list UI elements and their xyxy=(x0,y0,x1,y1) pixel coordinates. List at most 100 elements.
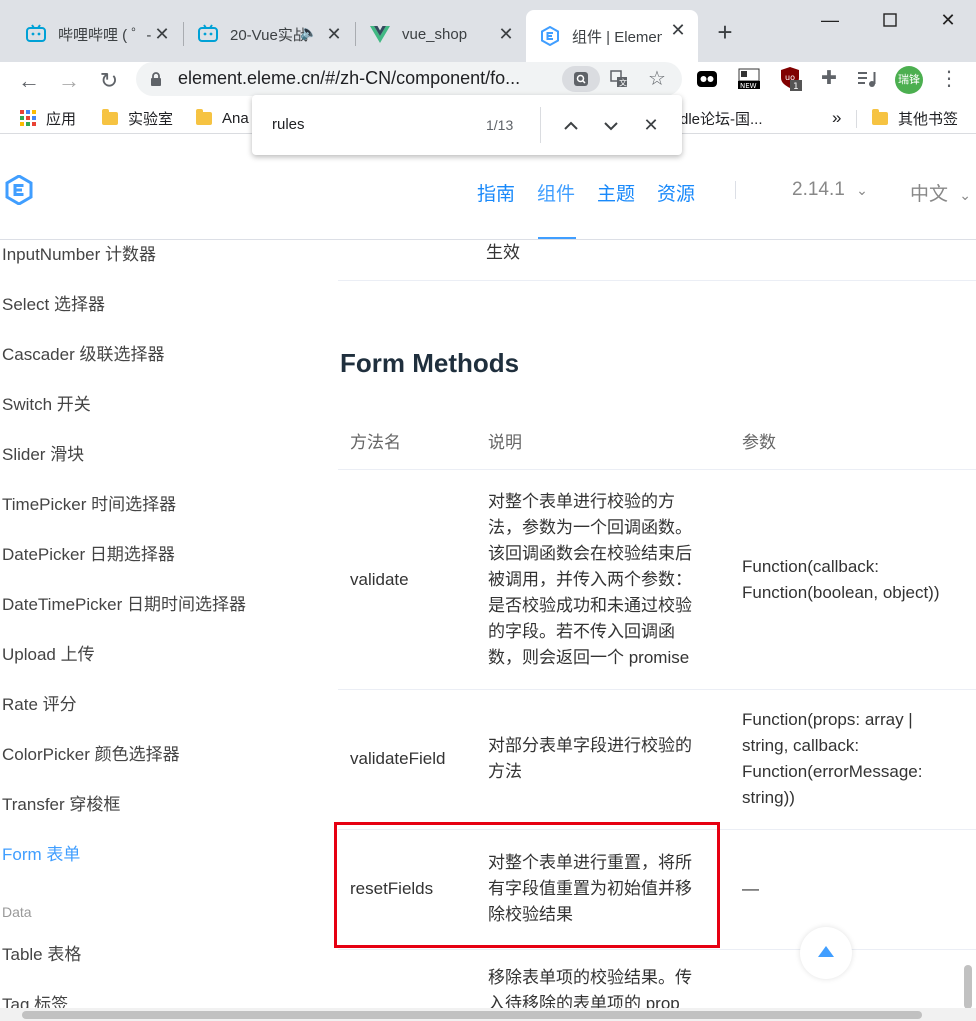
sidebar-item[interactable]: TimePicker 时间选择器 xyxy=(2,490,176,515)
bookmark-label: 其他书签 xyxy=(898,110,959,128)
vertical-scrollbar[interactable] xyxy=(964,965,972,1009)
forward-icon[interactable]: → xyxy=(52,64,86,98)
bookmark-folder[interactable]: 实验室 xyxy=(102,106,173,130)
bookmark-other-folder[interactable]: 其他书签 xyxy=(872,106,958,130)
table-cell: 生效 xyxy=(486,243,520,262)
back-icon[interactable]: ← xyxy=(12,64,46,98)
profile-name: 瑞锋 xyxy=(895,66,923,94)
menu-icon[interactable]: ⋮ xyxy=(934,64,964,94)
close-icon[interactable]: ✕ xyxy=(152,24,172,44)
tab-vue-shop[interactable]: vue_shop ✕ xyxy=(356,14,526,54)
vue-icon xyxy=(370,24,390,44)
bookmark-label: dle论坛-国... xyxy=(680,110,763,128)
close-icon[interactable]: ✕ xyxy=(668,20,688,40)
method-params: — xyxy=(742,879,759,898)
speaker-icon[interactable]: 🔈 xyxy=(300,24,317,41)
tab-vue-course[interactable]: 20-Vue实战 🔈 ✕ xyxy=(184,14,354,54)
method-params: Function(props: array | xyxy=(742,710,913,729)
close-icon[interactable]: ✕ xyxy=(324,24,344,44)
svg-text:NEW: NEW xyxy=(740,82,757,90)
method-description: 对整个表单进行校验的方 xyxy=(488,491,675,511)
method-name: validate xyxy=(350,569,409,589)
method-params: Function(boolean, object)) xyxy=(742,582,940,602)
sidebar: InputNumber 计数器 Select 选择器 Cascader 级联选择器 S… xyxy=(0,240,300,1021)
column-header: 参数 xyxy=(742,433,776,452)
ublock-icon[interactable]: uo 1 xyxy=(776,64,806,94)
sidebar-item[interactable]: Cascader 级联选择器 xyxy=(2,340,164,365)
method-params: Function(callback: xyxy=(742,556,880,576)
chevron-up-icon[interactable] xyxy=(557,111,585,139)
star-icon[interactable]: ☆ xyxy=(642,66,672,92)
find-bar: rules 1/13 ✕ xyxy=(252,95,682,155)
method-description: 被调用，并传入两个参数： xyxy=(488,569,692,589)
minimize-button[interactable]: — xyxy=(812,6,848,36)
find-input[interactable]: rules xyxy=(272,116,305,133)
bilibili-icon xyxy=(198,24,218,44)
lock-icon xyxy=(150,71,162,87)
sidebar-item[interactable]: Select 选择器 xyxy=(2,290,105,315)
close-icon[interactable]: ✕ xyxy=(637,111,665,139)
reload-icon[interactable]: ↻ xyxy=(92,64,126,98)
search-icon[interactable] xyxy=(562,66,600,92)
close-icon[interactable]: ✕ xyxy=(496,24,516,44)
nav-resource[interactable]: 资源 xyxy=(657,179,695,206)
sidebar-group-title: Data xyxy=(2,904,32,920)
close-window-button[interactable]: ✕ xyxy=(930,6,966,36)
version-select[interactable]: 2.14.1 ⌄ xyxy=(792,179,868,201)
puzzle-icon[interactable]: ✚ xyxy=(814,64,844,94)
sidebar-item[interactable]: Transfer 穿梭框 xyxy=(2,790,120,815)
folder-icon xyxy=(196,108,212,125)
sidebar-item[interactable]: Rate 评分 xyxy=(2,690,77,715)
svg-text:文: 文 xyxy=(619,78,627,88)
folder-icon xyxy=(102,108,118,125)
method-params: string)) xyxy=(742,788,795,807)
method-description: 的字段。若不传入回调函 xyxy=(488,621,675,641)
horizontal-scrollbar[interactable] xyxy=(0,1008,976,1021)
news-extension-icon[interactable]: NEW xyxy=(734,64,764,94)
sidebar-item[interactable]: Form 表单 xyxy=(2,840,80,865)
method-params: string, callback: xyxy=(742,736,860,755)
method-name: validateField xyxy=(350,749,446,768)
bookmark-item[interactable]: dle论坛-国... xyxy=(680,106,763,130)
extension-icon[interactable] xyxy=(692,64,722,94)
sidebar-item[interactable]: InputNumber 计数器 xyxy=(2,240,156,265)
sidebar-item[interactable]: Upload 上传 xyxy=(2,640,95,665)
sidebar-item[interactable]: DateTimePicker 日期时间选择器 xyxy=(2,590,246,615)
nav-component[interactable]: 组件 xyxy=(537,179,575,206)
media-control-icon[interactable] xyxy=(852,64,882,94)
bookmark-apps[interactable]: 应用 xyxy=(20,106,76,130)
bookmark-label: 应用 xyxy=(46,110,77,128)
nav-guide[interactable]: 指南 xyxy=(477,179,515,206)
bookmark-folder[interactable]: Ana xyxy=(196,106,249,130)
section-title: Form Methods xyxy=(340,348,520,378)
folder-icon xyxy=(872,108,888,125)
language-select[interactable]: 中文 ⌄ xyxy=(910,179,971,206)
column-header: 方法名 xyxy=(350,433,401,452)
maximize-button[interactable] xyxy=(872,6,908,36)
back-to-top-button[interactable] xyxy=(800,927,852,979)
nav-theme[interactable]: 主题 xyxy=(597,179,635,206)
chevron-down-icon[interactable] xyxy=(597,111,625,139)
element-logo[interactable] xyxy=(4,174,34,206)
column-header: 说明 xyxy=(488,433,522,452)
svg-text:1: 1 xyxy=(793,82,799,92)
method-description: 对部分表单字段进行校验的 xyxy=(488,736,692,755)
sidebar-item[interactable]: Slider 滑块 xyxy=(2,440,84,465)
method-description: 法，参数为一个回调函数。 xyxy=(488,517,692,537)
address-bar[interactable]: element.eleme.cn/#/zh-CN/component/fo...… xyxy=(136,62,682,96)
sidebar-item[interactable]: Switch 开关 xyxy=(2,390,91,415)
tab-title: 哔哩哔哩 ( ゜- ゜)つロ xyxy=(58,26,154,44)
avatar[interactable]: 瑞锋 xyxy=(894,64,924,94)
sidebar-item[interactable]: Table 表格 xyxy=(2,940,81,965)
bookmark-label: Ana xyxy=(222,109,249,127)
sidebar-item[interactable]: DatePicker 日期选择器 xyxy=(2,540,175,565)
tab-title: 20-Vue实战 xyxy=(230,26,308,44)
tab-element[interactable]: 组件 | Element ✕ xyxy=(526,10,698,62)
bilibili-icon xyxy=(26,24,46,44)
tab-bilibili[interactable]: 哔哩哔哩 ( ゜- ゜)つロ ✕ xyxy=(12,14,182,54)
sidebar-item[interactable]: ColorPicker 颜色选择器 xyxy=(2,740,180,765)
translate-icon[interactable]: 文 xyxy=(604,66,634,92)
new-tab-button[interactable]: + xyxy=(710,18,740,48)
method-description: 移除表单项的校验结果。传 xyxy=(488,968,692,987)
bookmarks-overflow-button[interactable]: » xyxy=(832,106,841,130)
